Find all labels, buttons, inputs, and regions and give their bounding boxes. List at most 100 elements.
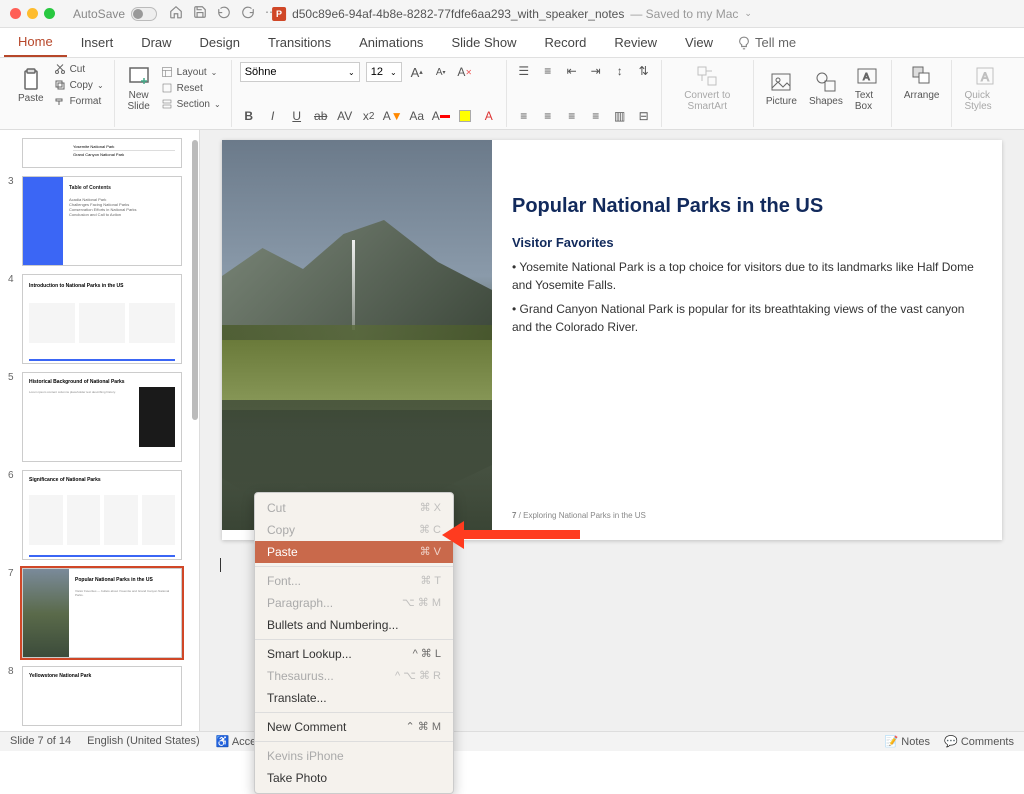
justify-icon[interactable]: ≡	[587, 107, 605, 125]
slide-thumb-7[interactable]: Popular National Parks in the USVisitor …	[22, 568, 182, 658]
undo-icon[interactable]	[217, 5, 231, 22]
ctx-bullets[interactable]: Bullets and Numbering...	[255, 614, 453, 636]
highlight-icon[interactable]: A▼	[384, 107, 402, 125]
italic-icon[interactable]: I	[264, 107, 282, 125]
tab-review[interactable]: Review	[600, 29, 671, 56]
new-slide-button[interactable]: New Slide	[123, 62, 155, 114]
cut-button[interactable]: Cut	[52, 62, 106, 76]
current-slide[interactable]: Popular National Parks in the US Visitor…	[222, 140, 1002, 540]
slide-thumb-8[interactable]: Yellowstone National Park	[22, 666, 182, 726]
slide-title[interactable]: Popular National Parks in the US	[512, 195, 823, 218]
slide-thumb-6[interactable]: Significance of National Parks	[22, 470, 182, 560]
convert-smartart-button[interactable]: Convert to SmartArt	[670, 62, 745, 114]
chevron-down-icon[interactable]: ⌄	[744, 8, 752, 19]
ribbon-tabs: Home Insert Draw Design Transitions Anim…	[0, 28, 1024, 58]
slide-body[interactable]: • Yosemite National Park is a top choice…	[512, 258, 982, 342]
tab-design[interactable]: Design	[186, 29, 254, 56]
quick-styles-button[interactable]: AQuick Styles	[960, 62, 1010, 114]
picture-button[interactable]: Picture	[762, 68, 801, 109]
font-color2-icon[interactable]: A	[480, 107, 498, 125]
slide-thumb-4[interactable]: Introduction to National Parks in the US	[22, 274, 182, 364]
paste-button[interactable]: Paste	[14, 65, 48, 106]
text-direction-icon[interactable]: ⇅	[635, 62, 653, 80]
ctx-paragraph: Paragraph...⌥ ⌘ M	[255, 592, 453, 614]
context-menu: Cut⌘ X Copy⌘ C Paste⌘ V Font...⌘ T Parag…	[254, 492, 454, 794]
notes-toggle[interactable]: 📝 Notes	[885, 735, 931, 748]
tab-draw[interactable]: Draw	[127, 29, 185, 56]
shadow-icon[interactable]: AV	[336, 107, 354, 125]
font-color-icon[interactable]: A	[432, 107, 450, 125]
ctx-new-comment[interactable]: New Comment⌃ ⌘ M	[255, 716, 453, 738]
decrease-indent-icon[interactable]: ⇤	[563, 62, 581, 80]
tab-home[interactable]: Home	[4, 28, 67, 57]
slide-thumb[interactable]: Yosemite National ParkGrand Canyon Natio…	[22, 138, 182, 168]
text-cursor	[220, 558, 221, 572]
ctx-cut: Cut⌘ X	[255, 497, 453, 519]
font-size-select[interactable]: 12⌄	[366, 62, 402, 82]
bold-icon[interactable]: B	[240, 107, 258, 125]
ctx-smart-lookup[interactable]: Smart Lookup...^ ⌘ L	[255, 643, 453, 665]
align-text-icon[interactable]: ⊟	[635, 107, 653, 125]
section-button[interactable]: Section⌄	[159, 97, 223, 111]
autosave-label: AutoSave	[73, 7, 125, 21]
tab-insert[interactable]: Insert	[67, 29, 128, 56]
line-spacing-icon[interactable]: ↕	[611, 62, 629, 80]
slide-subtitle[interactable]: Visitor Favorites	[512, 235, 614, 250]
tab-transitions[interactable]: Transitions	[254, 29, 345, 56]
reset-button[interactable]: Reset	[159, 81, 223, 95]
doc-name: d50c89e6-94af-4b8e-8282-77fdfe6aa293_wit…	[292, 7, 624, 21]
slide-image-yosemite[interactable]	[222, 140, 492, 530]
ctx-take-photo[interactable]: Take Photo	[255, 767, 453, 789]
svg-text:A: A	[981, 70, 989, 84]
change-case-icon[interactable]: Aa	[408, 107, 426, 125]
tab-animations[interactable]: Animations	[345, 29, 437, 56]
tab-view[interactable]: View	[671, 29, 727, 56]
maximize-window-icon[interactable]	[44, 8, 55, 19]
strike-icon[interactable]: ab	[312, 107, 330, 125]
close-window-icon[interactable]	[10, 8, 21, 19]
slide-thumb-3[interactable]: Table of ContentsAcadia National ParkCha…	[22, 176, 182, 266]
increase-indent-icon[interactable]: ⇥	[587, 62, 605, 80]
slide-thumbnail-panel[interactable]: Yosemite National ParkGrand Canyon Natio…	[0, 130, 200, 731]
align-left-icon[interactable]: ≡	[515, 107, 533, 125]
autosave-toggle[interactable]	[131, 7, 157, 21]
increase-font-icon[interactable]: A▴	[408, 63, 426, 81]
layout-button[interactable]: Layout⌄	[159, 65, 223, 79]
document-title[interactable]: P d50c89e6-94af-4b8e-8282-77fdfe6aa293_w…	[272, 7, 752, 21]
subscript-icon[interactable]: x2	[360, 107, 378, 125]
copy-button[interactable]: Copy⌄	[52, 78, 106, 92]
redo-icon[interactable]	[241, 5, 255, 22]
tell-me-search[interactable]: Tell me	[737, 35, 796, 50]
powerpoint-icon: P	[272, 7, 286, 21]
ribbon: Paste Cut Copy⌄ Format New Slide Layout⌄…	[0, 58, 1024, 130]
comments-toggle[interactable]: 💬 Comments	[944, 735, 1014, 748]
language-selector[interactable]: English (United States)	[87, 735, 200, 748]
slide-counter[interactable]: Slide 7 of 14	[10, 735, 71, 748]
clear-format-icon[interactable]: A✕	[456, 63, 474, 81]
window-controls[interactable]	[10, 8, 55, 19]
format-painter-button[interactable]: Format	[52, 94, 106, 108]
minimize-window-icon[interactable]	[27, 8, 38, 19]
slide-thumb-5[interactable]: Historical Background of National ParksL…	[22, 372, 182, 462]
ctx-paste[interactable]: Paste⌘ V	[255, 541, 453, 563]
shapes-button[interactable]: Shapes	[805, 68, 847, 109]
columns-icon[interactable]: ▥	[611, 107, 629, 125]
save-icon[interactable]	[193, 5, 207, 22]
font-name-select[interactable]: Söhne⌄	[240, 62, 360, 82]
numbering-icon[interactable]: ≡	[539, 62, 557, 80]
textbox-button[interactable]: AText Box	[851, 62, 883, 114]
underline-icon[interactable]: U	[288, 107, 306, 125]
tab-record[interactable]: Record	[530, 29, 600, 56]
annotation-arrow	[460, 530, 580, 539]
tab-slideshow[interactable]: Slide Show	[437, 29, 530, 56]
decrease-font-icon[interactable]: A▾	[432, 63, 450, 81]
align-center-icon[interactable]: ≡	[539, 107, 557, 125]
title-bar: AutoSave ⋯ P d50c89e6-94af-4b8e-8282-77f…	[0, 0, 1024, 28]
thumbnail-scrollbar[interactable]	[192, 140, 198, 420]
align-right-icon[interactable]: ≡	[563, 107, 581, 125]
fill-color-icon[interactable]	[456, 107, 474, 125]
home-icon[interactable]	[169, 5, 183, 22]
arrange-button[interactable]: Arrange	[900, 62, 944, 103]
bullets-icon[interactable]: ☰	[515, 62, 533, 80]
ctx-translate[interactable]: Translate...	[255, 687, 453, 709]
